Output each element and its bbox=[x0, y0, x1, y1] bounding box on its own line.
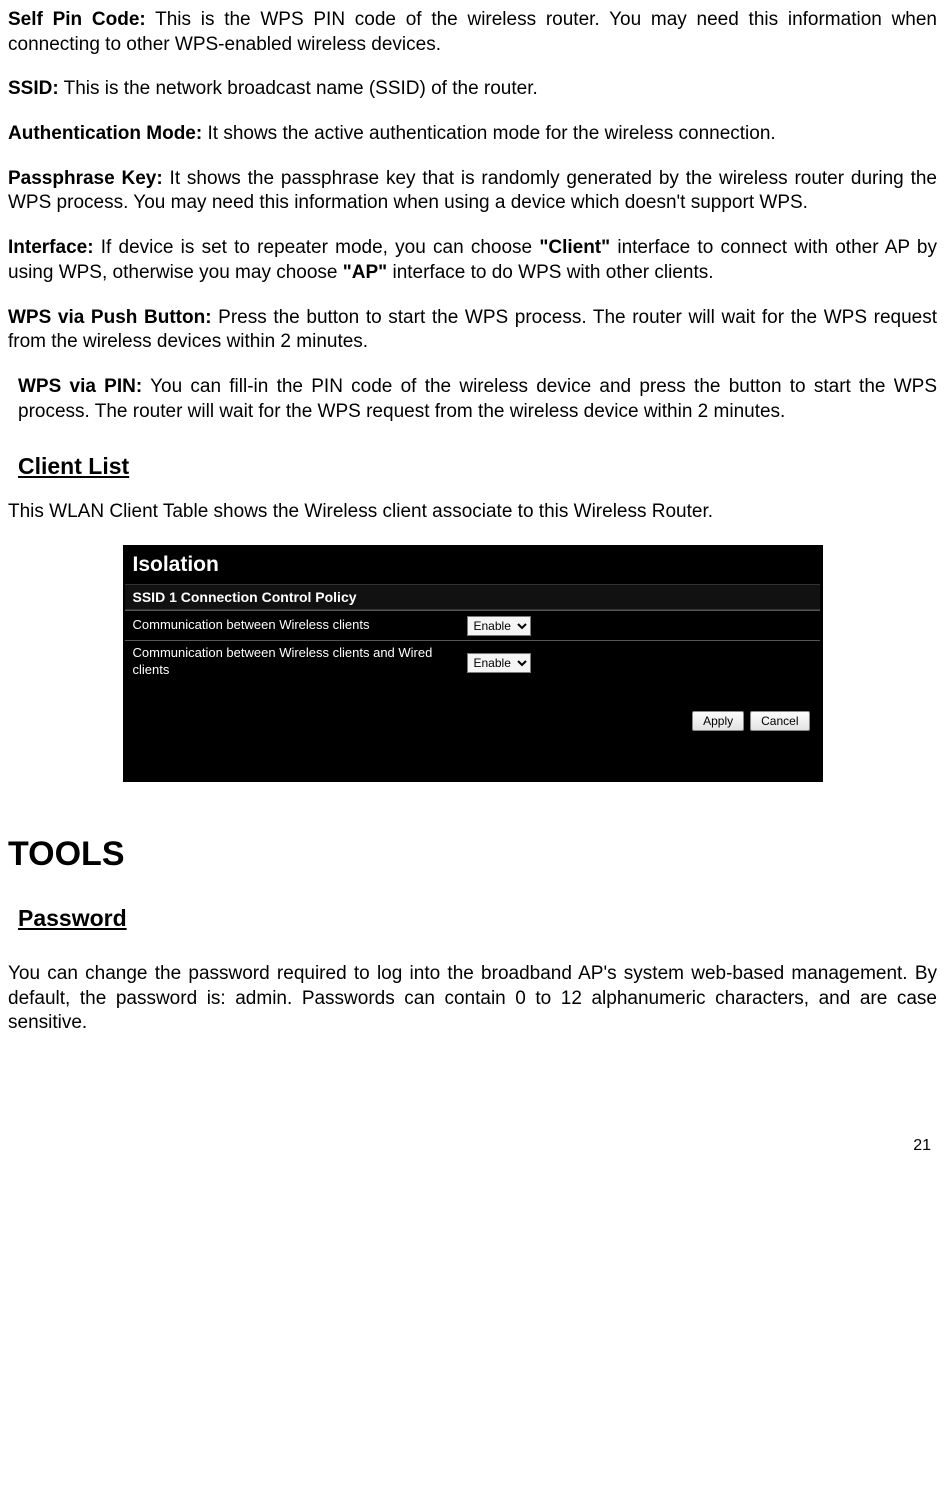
row1-select[interactable]: Enable bbox=[467, 616, 531, 636]
router-ui-screenshot: Isolation SSID 1 Connection Control Poli… bbox=[123, 545, 823, 782]
text-wps-pin: You can fill-in the PIN code of the wire… bbox=[18, 376, 937, 422]
para-ssid: SSID: This is the network broadcast name… bbox=[8, 77, 937, 102]
label-ssid: SSID: bbox=[8, 78, 59, 99]
button-row: Apply Cancel bbox=[125, 683, 820, 741]
label-wps-push: WPS via Push Button: bbox=[8, 307, 212, 328]
text-auth-mode: It shows the active authentication mode … bbox=[202, 123, 775, 144]
row1-label: Communication between Wireless clients bbox=[125, 613, 461, 638]
para-self-pin-code: Self Pin Code: This is the WPS PIN code … bbox=[8, 8, 937, 57]
text-ssid: This is the network broadcast name (SSID… bbox=[59, 78, 538, 99]
row1-field: Enable bbox=[461, 611, 537, 640]
row2-label: Communication between Wireless clients a… bbox=[125, 641, 461, 683]
t1: If device is set to repeater mode, you c… bbox=[94, 237, 540, 258]
heading-password: Password bbox=[18, 904, 937, 934]
cancel-button[interactable]: Cancel bbox=[750, 711, 809, 731]
row-wireless-clients: Communication between Wireless clients E… bbox=[125, 610, 820, 640]
para-auth-mode: Authentication Mode: It shows the active… bbox=[8, 122, 937, 147]
text-self-pin-code: This is the WPS PIN code of the wireless… bbox=[8, 9, 937, 55]
apply-button[interactable]: Apply bbox=[692, 711, 744, 731]
para-client-list: This WLAN Client Table shows the Wireles… bbox=[8, 500, 937, 525]
para-wps-pin: WPS via PIN: You can fill-in the PIN cod… bbox=[18, 375, 937, 424]
t3: interface to do WPS with other clients. bbox=[387, 262, 713, 283]
heading-tools: TOOLS bbox=[8, 832, 937, 876]
row-wired-clients: Communication between Wireless clients a… bbox=[125, 640, 820, 683]
panel-title: Isolation bbox=[125, 547, 820, 584]
label-passphrase: Passphrase Key: bbox=[8, 168, 163, 189]
label-auth-mode: Authentication Mode: bbox=[8, 123, 202, 144]
label-wps-pin: WPS via PIN: bbox=[18, 376, 142, 397]
heading-client-list: Client List bbox=[18, 452, 937, 482]
row2-select[interactable]: Enable bbox=[467, 653, 531, 673]
para-wps-push: WPS via Push Button: Press the button to… bbox=[8, 306, 937, 355]
b2: "AP" bbox=[343, 262, 387, 283]
label-interface: Interface: bbox=[8, 237, 94, 258]
para-passphrase: Passphrase Key: It shows the passphrase … bbox=[8, 167, 937, 216]
b1: "Client" bbox=[539, 237, 610, 258]
page-number: 21 bbox=[8, 1136, 937, 1157]
para-interface: Interface: If device is set to repeater … bbox=[8, 236, 937, 285]
para-password: You can change the password required to … bbox=[8, 962, 937, 1036]
panel-bottom-pad bbox=[125, 741, 820, 779]
label-self-pin-code: Self Pin Code: bbox=[8, 9, 146, 30]
row2-field: Enable bbox=[461, 648, 537, 677]
screenshot-container: Isolation SSID 1 Connection Control Poli… bbox=[8, 545, 937, 782]
panel-subtitle: SSID 1 Connection Control Policy bbox=[125, 584, 820, 610]
